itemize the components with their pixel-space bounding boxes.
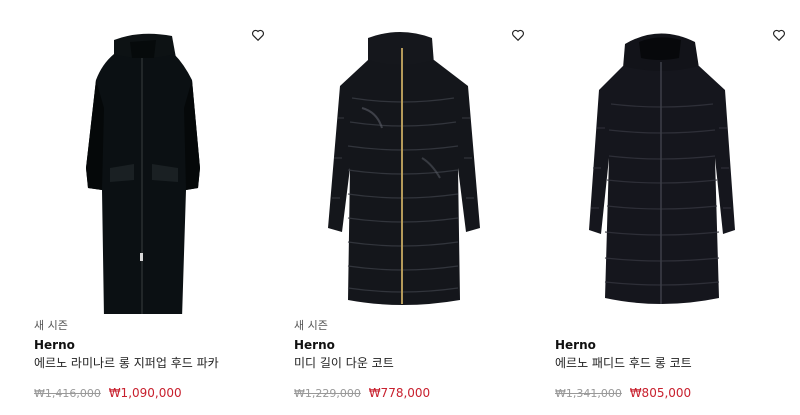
wishlist-button[interactable] xyxy=(772,28,786,42)
product-name[interactable]: 에르노 라미나르 롱 지퍼업 후드 파카 xyxy=(34,355,264,372)
product-grid: 새 시즌 Herno 에르노 라미나르 롱 지퍼업 후드 파카 ₩1,416,0… xyxy=(0,0,800,415)
product-card[interactable]: Herno 에르노 패디드 후드 롱 코트 ₩1,341,000 ₩805,00… xyxy=(543,0,788,415)
sale-price: ₩1,090,000 xyxy=(108,386,182,400)
product-name[interactable]: 미디 길이 다운 코트 xyxy=(294,355,524,372)
product-image-parka[interactable] xyxy=(22,18,262,314)
original-price: ₩1,341,000 xyxy=(555,387,622,400)
product-card[interactable]: 새 시즌 Herno 에르노 라미나르 롱 지퍼업 후드 파카 ₩1,416,0… xyxy=(22,0,267,415)
product-info: 새 시즌 Herno 에르노 라미나르 롱 지퍼업 후드 파카 ₩1,416,0… xyxy=(34,318,264,402)
sale-price: ₩805,000 xyxy=(629,386,692,400)
season-tag: 새 시즌 xyxy=(34,319,68,332)
wishlist-button[interactable] xyxy=(511,28,525,42)
heart-outline-icon xyxy=(252,29,264,42)
product-name[interactable]: 에르노 패디드 후드 롱 코트 xyxy=(555,355,785,372)
product-brand[interactable]: Herno xyxy=(555,337,785,354)
product-brand[interactable]: Herno xyxy=(294,337,524,354)
product-card[interactable]: 새 시즌 Herno 미디 길이 다운 코트 ₩1,229,000 ₩778,0… xyxy=(282,0,527,415)
product-image-down-coat[interactable] xyxy=(282,18,522,314)
original-price: ₩1,416,000 xyxy=(34,387,101,400)
product-price: ₩1,229,000 ₩778,000 xyxy=(294,385,524,402)
product-info: Herno 에르노 패디드 후드 롱 코트 ₩1,341,000 ₩805,00… xyxy=(555,334,785,402)
product-price: ₩1,416,000 ₩1,090,000 xyxy=(34,385,264,402)
product-brand[interactable]: Herno xyxy=(34,337,264,354)
wishlist-button[interactable] xyxy=(251,28,265,42)
original-price: ₩1,229,000 xyxy=(294,387,361,400)
product-image-padded-coat[interactable] xyxy=(543,18,783,314)
product-price: ₩1,341,000 ₩805,000 xyxy=(555,385,785,402)
sale-price: ₩778,000 xyxy=(368,386,431,400)
season-tag: 새 시즌 xyxy=(294,319,328,332)
heart-outline-icon xyxy=(773,29,785,42)
product-info: 새 시즌 Herno 미디 길이 다운 코트 ₩1,229,000 ₩778,0… xyxy=(294,318,524,402)
heart-outline-icon xyxy=(512,29,524,42)
